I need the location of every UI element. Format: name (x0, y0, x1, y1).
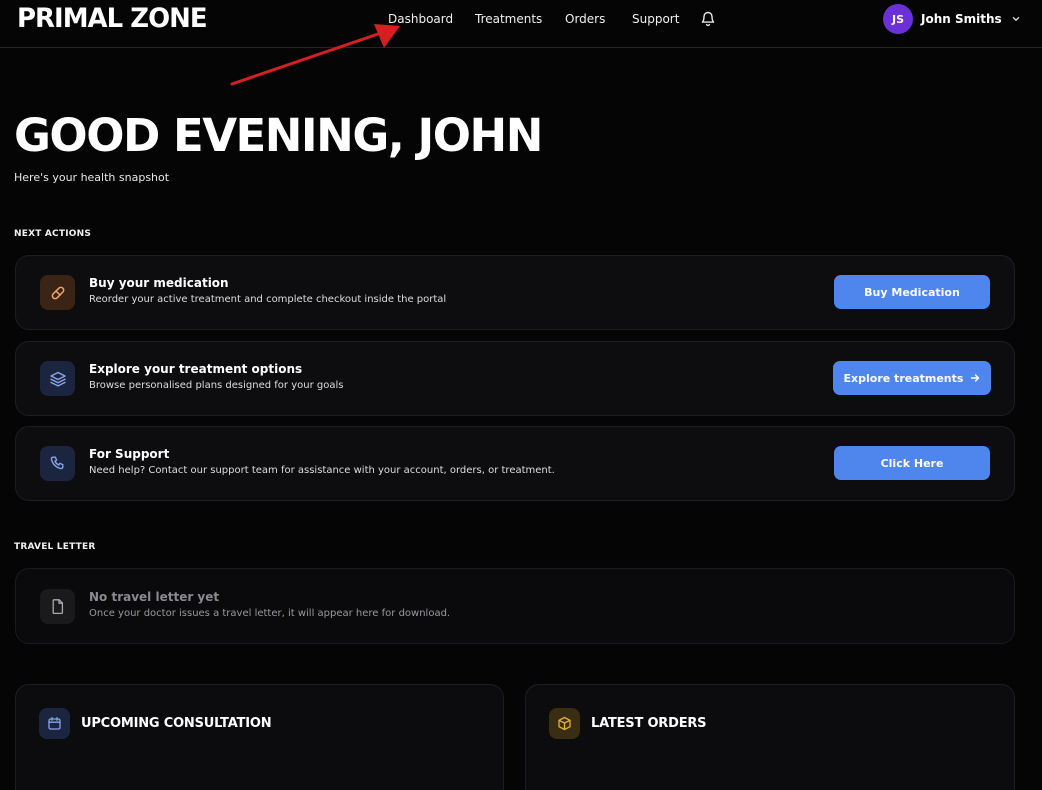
page-title: GOOD EVENING, JOHN (14, 109, 543, 162)
action-card-medication: Buy your medication Reorder your active … (15, 255, 1015, 330)
action-description: Browse personalised plans designed for y… (89, 380, 344, 391)
travel-letter-heading: TRAVEL LETTER (14, 542, 96, 552)
action-card-support: For Support Need help? Contact our suppo… (15, 426, 1015, 501)
button-label: Explore treatments (843, 371, 964, 385)
avatar: JS (883, 4, 913, 34)
click-here-button[interactable]: Click Here (834, 446, 990, 480)
top-nav-bar: PRIMAL ZONE Dashboard Treatments Orders … (0, 0, 1042, 48)
travel-letter-card: No travel letter yet Once your doctor is… (15, 568, 1015, 644)
action-title: Explore your treatment options (89, 362, 303, 376)
bell-icon[interactable] (700, 10, 716, 27)
pill-icon (40, 275, 75, 310)
nav-support[interactable]: Support (632, 11, 679, 27)
action-card-treatments: Explore your treatment options Browse pe… (15, 341, 1015, 416)
brand-logo[interactable]: PRIMAL ZONE (17, 3, 208, 35)
travel-letter-description: Once your doctor issues a travel letter,… (89, 608, 451, 619)
upcoming-consultation-panel: UPCOMING CONSULTATION (15, 684, 504, 790)
user-name: John Smiths (921, 12, 1002, 26)
package-icon (549, 708, 580, 739)
chevron-down-icon (1012, 17, 1019, 21)
next-actions-heading: NEXT ACTIONS (14, 229, 92, 239)
action-description: Need help? Contact our support team for … (89, 465, 555, 476)
panel-title: LATEST ORDERS (591, 716, 707, 731)
nav-treatments[interactable]: Treatments (475, 11, 542, 27)
action-description: Reorder your active treatment and comple… (89, 294, 447, 305)
page-subtitle: Here's your health snapshot (14, 171, 170, 184)
latest-orders-panel: LATEST ORDERS (525, 684, 1015, 790)
layers-icon (40, 361, 75, 396)
user-menu[interactable]: JS John Smiths (883, 4, 1021, 34)
phone-icon (40, 446, 75, 481)
explore-treatments-button[interactable]: Explore treatments (833, 361, 991, 395)
nav-dashboard[interactable]: Dashboard (388, 11, 453, 27)
arrow-right-icon (971, 374, 980, 382)
travel-letter-title: No travel letter yet (89, 590, 220, 604)
calendar-icon (39, 708, 70, 739)
document-icon (40, 589, 75, 624)
action-title: For Support (89, 447, 170, 461)
nav-orders[interactable]: Orders (565, 11, 605, 27)
action-title: Buy your medication (89, 276, 229, 290)
buy-medication-button[interactable]: Buy Medication (834, 275, 990, 309)
panel-title: UPCOMING CONSULTATION (81, 716, 272, 731)
